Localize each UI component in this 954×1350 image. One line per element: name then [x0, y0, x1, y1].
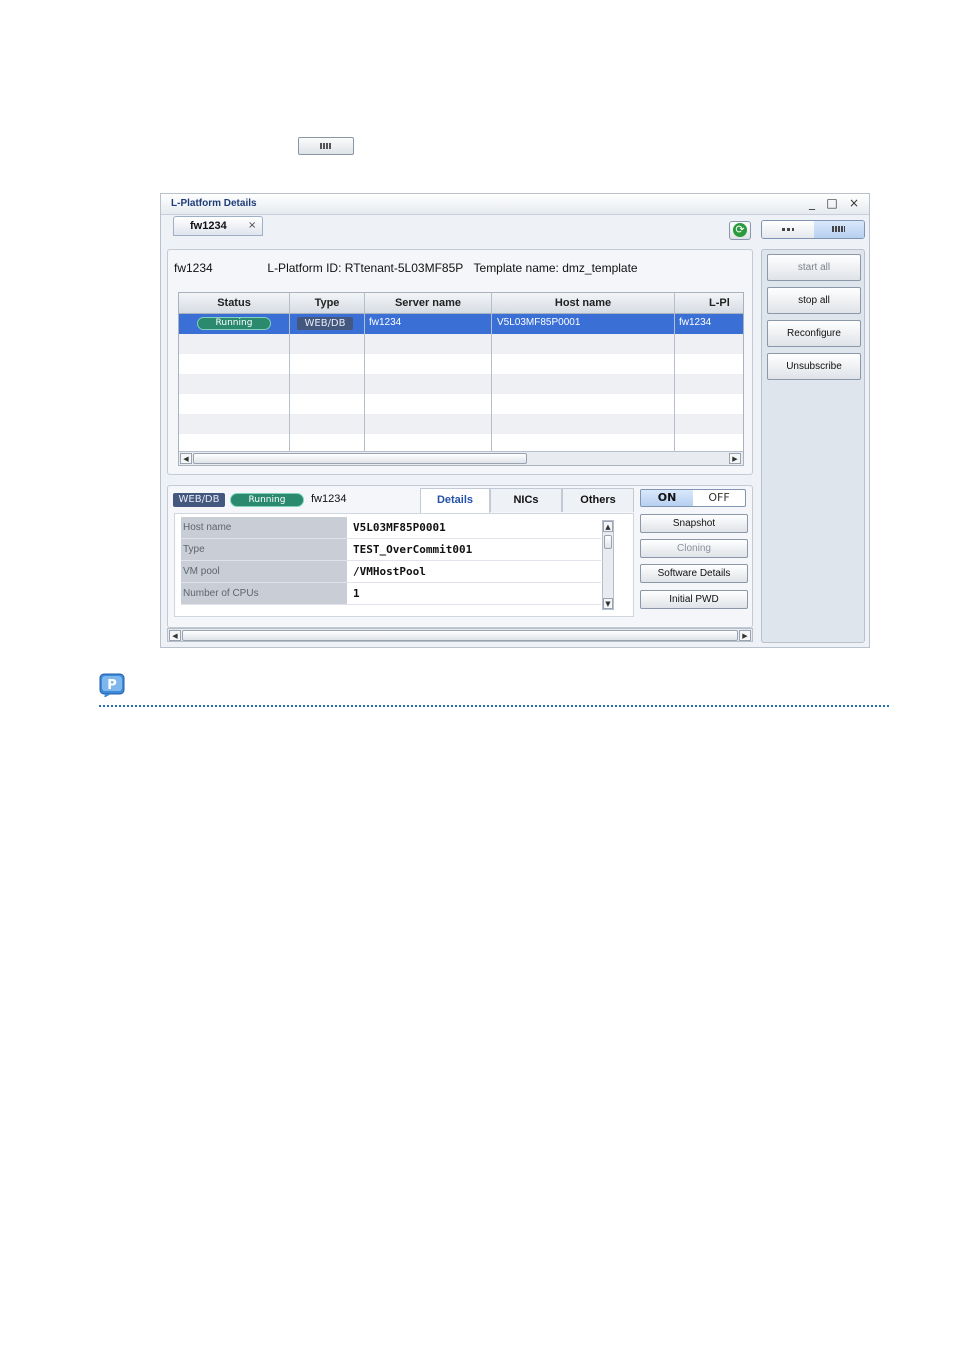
status-running-badge: Running: [197, 317, 271, 330]
platform-actions-column: start all stop all Reconfigure Unsubscri…: [761, 249, 865, 643]
list-view-button[interactable]: [298, 137, 354, 155]
detail-value: TEST_OverCommit001: [353, 543, 473, 556]
stop-all-button[interactable]: stop all: [767, 287, 861, 314]
detail-row: VM pool /VMHostPool: [181, 561, 601, 583]
col-status[interactable]: Status: [179, 297, 289, 309]
scroll-thumb[interactable]: [604, 535, 612, 549]
tab-close-icon[interactable]: ×: [248, 220, 256, 231]
details-list: Host name V5L03MF85P0001 Type TEST_OverC…: [174, 513, 634, 617]
dots-view-button[interactable]: [762, 221, 814, 238]
window-horizontal-scrollbar[interactable]: ◀ ▶: [167, 628, 753, 642]
maximize-icon[interactable]: □: [825, 196, 839, 210]
cloning-button[interactable]: Cloning: [640, 539, 748, 558]
detail-value: 1: [353, 587, 360, 600]
lplatform-cell: fw1234: [679, 317, 712, 328]
detail-row: Host name V5L03MF85P0001: [181, 517, 601, 539]
unsubscribe-button[interactable]: Unsubscribe: [767, 353, 861, 380]
detail-label: Type: [181, 539, 347, 560]
column-divider: [364, 293, 365, 453]
template-name: Template name: dmz_template: [473, 261, 638, 275]
server-detail-panel: WEB/DB Running fw1234 Details NICs Other…: [167, 485, 753, 628]
start-all-button[interactable]: start all: [767, 254, 861, 281]
snapshot-button[interactable]: Snapshot: [640, 514, 748, 533]
scroll-right-icon[interactable]: ▶: [729, 453, 741, 464]
detail-type-badge: WEB/DB: [173, 493, 225, 507]
lplatform-details-window: L-Platform Details _ □ × fw1234 × ⟳ fw12…: [160, 193, 870, 648]
detail-value: V5L03MF85P0001: [353, 521, 446, 534]
scroll-right-icon[interactable]: ▶: [739, 630, 751, 641]
power-toggle[interactable]: ON OFF: [640, 489, 746, 507]
dotted-divider: [99, 705, 889, 707]
platform-summary-panel: fw1234 L-Platform ID: RTtenant-5L03MF85P…: [167, 249, 753, 475]
power-off-button[interactable]: OFF: [693, 490, 745, 506]
col-host-name[interactable]: Host name: [492, 297, 674, 309]
platform-id: L-Platform ID: RTtenant-5L03MF85P: [267, 261, 464, 275]
detail-value: /VMHostPool: [353, 565, 426, 578]
col-server-name[interactable]: Server name: [365, 297, 491, 309]
tab-fw1234[interactable]: fw1234 ×: [173, 216, 263, 236]
power-on-button[interactable]: ON: [641, 490, 693, 506]
type-badge: WEB/DB: [297, 317, 353, 330]
column-divider: [289, 293, 290, 453]
server-name-cell: fw1234: [369, 317, 402, 328]
point-letter: P: [107, 678, 117, 693]
table-row-empty: [179, 374, 743, 394]
detail-status-badge: Running: [230, 493, 304, 507]
scroll-down-icon[interactable]: ▼: [603, 598, 613, 609]
software-details-button[interactable]: Software Details: [640, 564, 748, 583]
list-view-icon: [320, 143, 332, 149]
minimize-icon[interactable]: _: [805, 196, 819, 210]
view-toggle[interactable]: [761, 220, 865, 239]
tab-nics[interactable]: NICs: [490, 488, 562, 512]
column-divider: [491, 293, 492, 453]
title-bar: L-Platform Details _ □ ×: [161, 194, 869, 215]
detail-server-name: fw1234: [311, 493, 347, 505]
table-row-empty: [179, 394, 743, 414]
server-grid: Status Type Server name Host name L-Pl R…: [178, 292, 744, 466]
grid-header: Status Type Server name Host name L-Pl: [179, 293, 743, 314]
platform-name: fw1234: [174, 261, 213, 275]
col-type[interactable]: Type: [290, 297, 364, 309]
grid-horizontal-scrollbar[interactable]: ◀ ▶: [179, 451, 743, 465]
host-name-cell: V5L03MF85P0001: [497, 317, 581, 328]
refresh-button[interactable]: ⟳: [729, 221, 751, 240]
point-icon: P: [99, 673, 125, 697]
table-row[interactable]: Running WEB/DB fw1234 V5L03MF85P0001 fw1…: [179, 314, 743, 334]
list-view-toggle-button[interactable]: [814, 221, 864, 238]
details-vertical-scrollbar[interactable]: ▲ ▼: [602, 520, 614, 610]
col-lplatform[interactable]: L-Pl: [709, 297, 743, 309]
table-row-empty: [179, 334, 743, 354]
tab-label: fw1234: [190, 220, 227, 232]
window-title: L-Platform Details: [171, 198, 257, 209]
list-view-icon: [832, 226, 845, 232]
tab-others[interactable]: Others: [562, 488, 634, 512]
column-divider: [674, 293, 675, 453]
detail-label: VM pool: [181, 561, 347, 582]
initial-pwd-button[interactable]: Initial PWD: [640, 590, 748, 609]
scroll-up-icon[interactable]: ▲: [603, 521, 613, 532]
detail-label: Host name: [181, 517, 347, 538]
refresh-icon: ⟳: [733, 223, 747, 237]
reconfigure-button[interactable]: Reconfigure: [767, 320, 861, 347]
tab-details[interactable]: Details: [420, 488, 490, 514]
table-row-empty: [179, 414, 743, 434]
scroll-left-icon[interactable]: ◀: [180, 453, 192, 464]
scroll-thumb[interactable]: [193, 453, 527, 464]
close-icon[interactable]: ×: [847, 196, 861, 210]
detail-label: Number of CPUs: [181, 583, 347, 604]
dots-view-icon: [782, 228, 794, 231]
platform-info-line: fw1234 L-Platform ID: RTtenant-5L03MF85P…: [174, 261, 638, 275]
detail-row: Number of CPUs 1: [181, 583, 601, 605]
table-row-empty: [179, 354, 743, 374]
scroll-left-icon[interactable]: ◀: [169, 630, 181, 641]
detail-row: Type TEST_OverCommit001: [181, 539, 601, 561]
scroll-thumb[interactable]: [182, 630, 738, 641]
